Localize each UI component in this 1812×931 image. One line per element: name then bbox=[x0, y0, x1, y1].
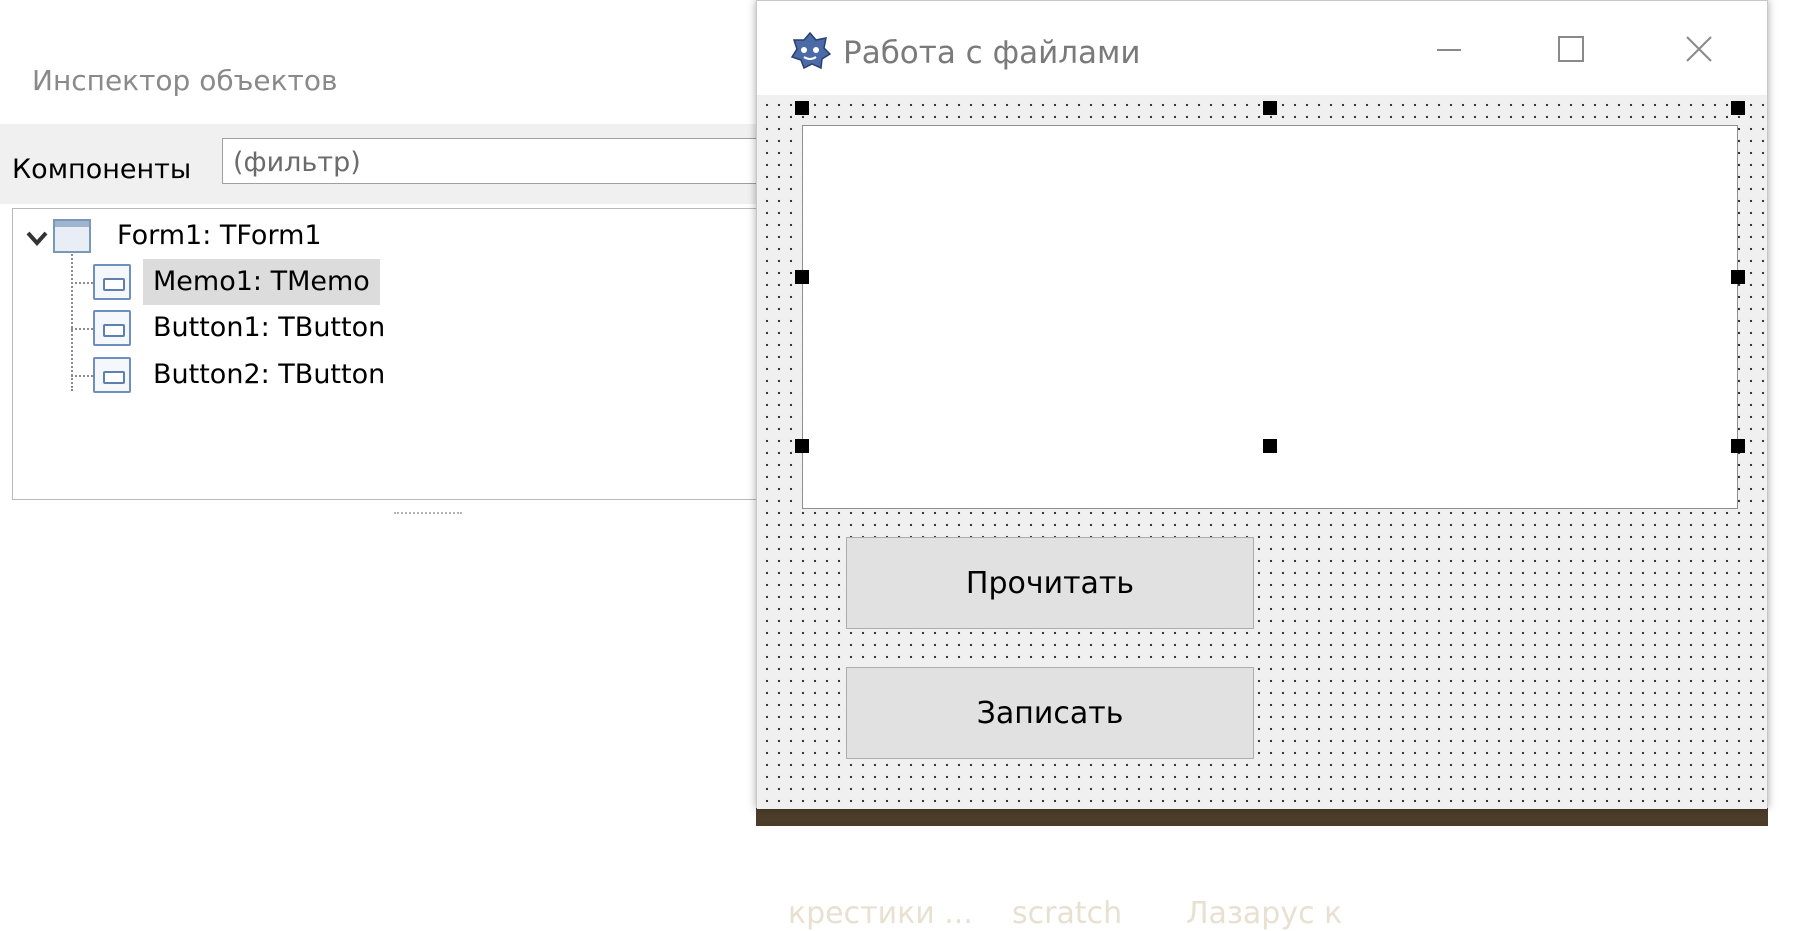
tree-item-label: Button2: TButton bbox=[153, 359, 386, 390]
write-button[interactable]: Записать bbox=[846, 667, 1254, 759]
resize-handle-top-left[interactable] bbox=[795, 101, 809, 115]
components-label: Компоненты bbox=[12, 154, 192, 185]
read-button[interactable]: Прочитать bbox=[846, 537, 1254, 629]
resize-handle-bottom[interactable] bbox=[1263, 439, 1277, 453]
memo-icon bbox=[93, 264, 131, 300]
tree-connector bbox=[71, 328, 93, 330]
maximize-icon[interactable] bbox=[1539, 23, 1603, 77]
close-icon[interactable] bbox=[1667, 23, 1731, 77]
window-title: Работа с файлами bbox=[843, 35, 1141, 71]
component-tree[interactable]: Form1: TForm1 Memo1: TMemo Button1: TBut… bbox=[12, 208, 772, 500]
tree-item-form1[interactable]: Form1: TForm1 bbox=[53, 213, 332, 259]
splitter-grip[interactable] bbox=[394, 512, 462, 518]
button-icon bbox=[93, 310, 131, 346]
ide-edge-panel bbox=[1768, 0, 1812, 826]
tree-item-button2[interactable]: Button2: TButton bbox=[93, 352, 395, 398]
form-icon bbox=[53, 219, 91, 253]
tree-item-memo1[interactable]: Memo1: TMemo bbox=[93, 259, 380, 305]
minimize-icon[interactable] bbox=[1417, 23, 1481, 77]
form-design-surface[interactable]: Прочитать Записать bbox=[757, 95, 1767, 809]
resize-handle-left[interactable] bbox=[795, 270, 809, 284]
tree-connector bbox=[71, 251, 73, 391]
tree-connector bbox=[71, 282, 93, 284]
resize-handle-top[interactable] bbox=[1263, 101, 1277, 115]
component-filter-input[interactable]: (фильтр) bbox=[222, 138, 762, 184]
tree-item-label: Form1: TForm1 bbox=[117, 220, 322, 251]
taskbar-text: scratch bbox=[1012, 896, 1123, 931]
tree-item-label: Memo1: TMemo bbox=[143, 259, 380, 305]
object-inspector-panel: Инспектор объектов Компоненты (фильтр) F… bbox=[0, 0, 772, 826]
button-icon bbox=[93, 357, 131, 393]
form-designer-window: Работа с файлами Прочитать Записать bbox=[756, 0, 1768, 809]
title-bar[interactable]: Работа с файлами bbox=[757, 1, 1767, 95]
tree-connector bbox=[71, 375, 93, 377]
taskbar-text: Лазарус к bbox=[1186, 896, 1343, 931]
lazarus-app-icon bbox=[790, 31, 831, 69]
resize-handle-bottom-left[interactable] bbox=[795, 439, 809, 453]
resize-handle-right[interactable] bbox=[1731, 270, 1745, 284]
tree-item-button1[interactable]: Button1: TButton bbox=[93, 305, 395, 351]
tree-item-label: Button1: TButton bbox=[153, 312, 386, 343]
inspector-title: Инспектор объектов bbox=[32, 64, 338, 97]
resize-handle-top-right[interactable] bbox=[1731, 101, 1745, 115]
resize-handle-bottom-right[interactable] bbox=[1731, 439, 1745, 453]
taskbar-text: крестики ... bbox=[788, 896, 973, 931]
chevron-down-icon[interactable] bbox=[25, 227, 49, 249]
component-filter-row: Компоненты (фильтр) bbox=[0, 124, 762, 204]
